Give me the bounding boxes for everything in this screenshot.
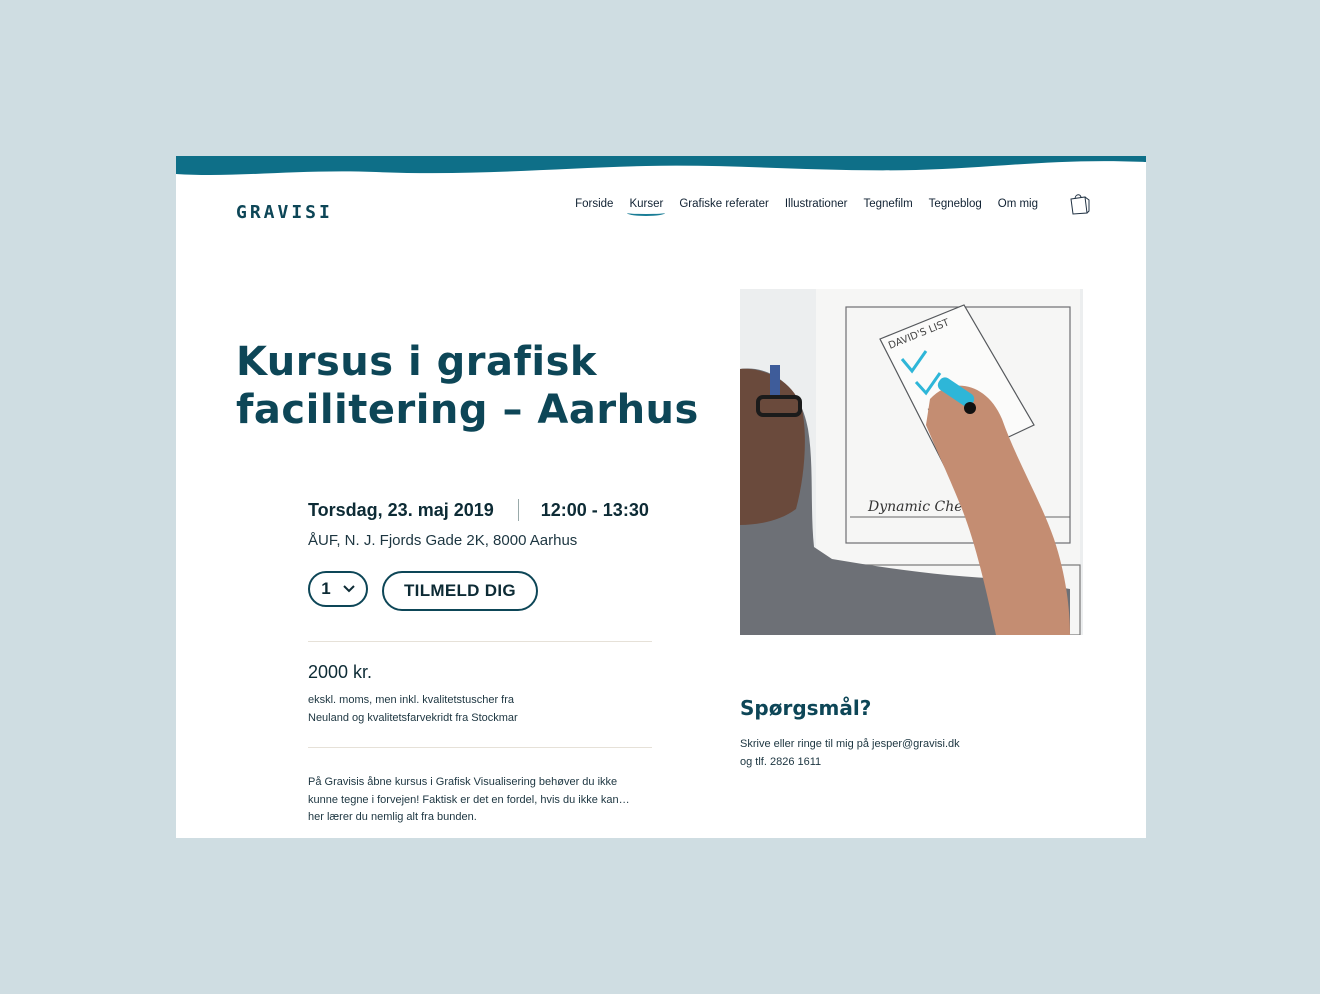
- date-time-divider: [517, 499, 519, 521]
- questions-title: Spørgsmål?: [740, 696, 872, 720]
- signup-button[interactable]: TILMELD DIG: [382, 571, 538, 611]
- shopping-bag-icon[interactable]: [1068, 192, 1090, 216]
- course-description: På Gravisis åbne kursus i Grafisk Visual…: [308, 776, 630, 823]
- logo[interactable]: GRAVISI: [236, 202, 333, 223]
- nav-item-forside[interactable]: Forside: [575, 198, 613, 214]
- course-address: ÅUF, N. J. Fjords Gade 2K, 8000 Aarhus: [308, 532, 578, 549]
- questions-text: Skrive eller ringe til mig på jesper@gra…: [740, 736, 1000, 771]
- price-block: 2000 kr. ekskl. moms, men inkl. kvalitet…: [308, 641, 652, 748]
- date-time-row: Torsdag, 23. maj 2019 12:00 - 13:30: [308, 496, 652, 524]
- nav-item-tegnefilm[interactable]: Tegnefilm: [863, 198, 912, 214]
- main-nav: Forside Kurser Grafiske referater Illust…: [575, 198, 1038, 216]
- course-photo: Dynamic Checklist DAVID'S LIST: [740, 289, 1083, 635]
- chevron-down-icon: [343, 585, 355, 593]
- course-date: Torsdag, 23. maj 2019: [308, 499, 494, 520]
- nav-item-grafiske-referater[interactable]: Grafiske referater: [679, 198, 768, 214]
- nav-item-illustrationer[interactable]: Illustrationer: [785, 198, 848, 214]
- signup-actions: 1 TILMELD DIG: [308, 571, 652, 611]
- course-info: Torsdag, 23. maj 2019 12:00 - 13:30 ÅUF,…: [308, 496, 652, 827]
- questions-phone: og tlf. 2826 1611: [740, 755, 822, 768]
- course-time: 12:00 - 13:30: [540, 499, 649, 520]
- page-title: Kursus i grafisk facilitering – Aarhus: [236, 339, 699, 433]
- nav-item-om-mig[interactable]: Om mig: [998, 198, 1038, 214]
- price-note: ekskl. moms, men inkl. kvalitetstuscher …: [308, 694, 518, 724]
- course-price: 2000 kr.: [308, 662, 373, 682]
- quantity-select[interactable]: 1: [308, 571, 368, 607]
- divider: [308, 641, 652, 642]
- questions-contact: Skrive eller ringe til mig på jesper@gra…: [740, 738, 960, 750]
- nav-item-kurser[interactable]: Kurser: [627, 198, 666, 216]
- quantity-value: 1: [321, 579, 331, 598]
- header-wave: [176, 156, 1146, 176]
- page-frame: GRAVISI Forside Kurser Grafiske referate…: [176, 156, 1146, 838]
- nav-item-tegneblog[interactable]: Tegneblog: [929, 198, 982, 214]
- divider: [308, 747, 652, 748]
